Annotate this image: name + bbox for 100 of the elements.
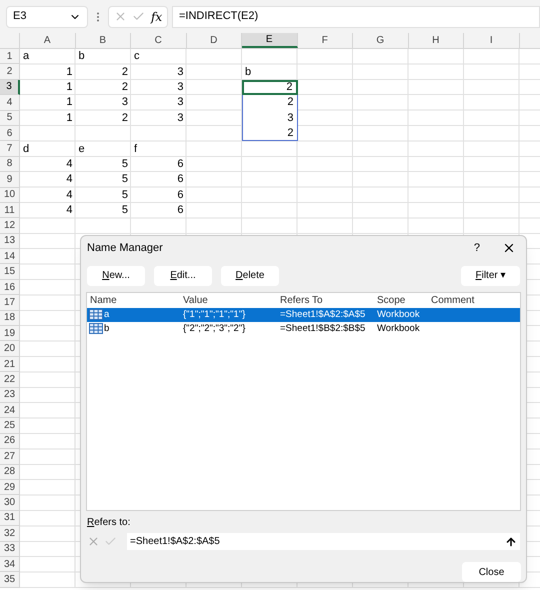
name-box[interactable]: E3 (6, 6, 88, 28)
column-header[interactable]: E (242, 33, 298, 48)
row-header[interactable]: 13 (0, 234, 20, 250)
row-header[interactable]: 10 (0, 188, 20, 203)
filter-button[interactable]: Filter ▾ (461, 266, 520, 286)
column-header[interactable]: I (464, 33, 520, 48)
formula-field[interactable]: =INDIRECT(E2) (172, 6, 540, 28)
cell[interactable]: 1 (20, 110, 76, 126)
row-header[interactable]: 33 (0, 542, 20, 557)
cell[interactable]: a (20, 49, 76, 64)
row-header[interactable]: 23 (0, 388, 20, 403)
cell[interactable]: 2 (242, 80, 298, 96)
cell[interactable]: 4 (20, 156, 76, 172)
cell[interactable]: 2 (242, 126, 298, 142)
cell[interactable]: 1 (20, 64, 76, 80)
list-column-header[interactable]: Scope (374, 292, 428, 308)
cell[interactable]: 3 (131, 80, 186, 96)
row-header[interactable]: 17 (0, 295, 20, 311)
name-list-row[interactable]: a {"1";"1";"1";"1"} =Sheet1!$A$2:$A$5 Workbook (87, 308, 520, 322)
row-header[interactable]: 11 (0, 202, 20, 218)
row-header[interactable]: 15 (0, 264, 20, 280)
cell[interactable]: 4 (20, 188, 76, 203)
cell[interactable]: 2 (76, 80, 131, 96)
refers-to-field[interactable]: =Sheet1!$A$2:$A$5 (127, 533, 520, 550)
name-text: b (104, 322, 110, 336)
row-header[interactable]: 31 (0, 510, 20, 526)
cell[interactable]: 2 (242, 95, 298, 111)
cell[interactable]: 5 (76, 188, 131, 203)
cell[interactable]: 6 (131, 172, 186, 188)
row-header[interactable]: 21 (0, 356, 20, 372)
row-header[interactable]: 22 (0, 372, 20, 388)
row-header[interactable]: 8 (0, 156, 20, 172)
row-header[interactable]: 20 (0, 341, 20, 357)
row-header[interactable]: 4 (0, 95, 20, 111)
cell[interactable]: 6 (131, 156, 186, 172)
insert-function-button[interactable]: fx (150, 8, 162, 26)
dialog-button[interactable]: New... (87, 266, 145, 286)
row-header[interactable]: 19 (0, 326, 20, 342)
row-header[interactable]: 6 (0, 126, 20, 142)
list-column-header[interactable]: Comment (428, 292, 520, 308)
column-header[interactable]: F (298, 33, 353, 48)
cell[interactable]: 4 (20, 172, 76, 188)
cell[interactable]: 3 (76, 95, 131, 111)
row-header[interactable]: 14 (0, 249, 20, 264)
row-header[interactable]: 24 (0, 402, 20, 418)
cell[interactable]: 6 (131, 188, 186, 203)
column-header[interactable]: B (76, 33, 131, 48)
cell[interactable]: e (76, 141, 131, 157)
row-header[interactable]: 7 (0, 141, 20, 157)
cancel-icon[interactable] (114, 10, 127, 23)
list-column-header[interactable]: Value (180, 292, 277, 308)
cell[interactable]: 3 (131, 64, 186, 80)
column-header[interactable]: C (131, 33, 186, 48)
cell[interactable]: 1 (20, 80, 76, 96)
row-header[interactable]: 26 (0, 434, 20, 450)
row-header[interactable]: 3 (0, 80, 20, 96)
row-header[interactable]: 2 (0, 64, 20, 80)
name-list-row[interactable]: b {"2";"2";"3";"2"} =Sheet1!$B$2:$B$5 Workbook (87, 322, 520, 336)
row-header[interactable]: 28 (0, 464, 20, 480)
row-header[interactable]: 27 (0, 449, 20, 465)
cell[interactable]: d (20, 141, 76, 157)
row-header[interactable]: 34 (0, 556, 20, 572)
row-header[interactable]: 29 (0, 480, 20, 496)
cell[interactable]: b (242, 64, 298, 80)
cell[interactable]: 5 (76, 202, 131, 218)
cell[interactable]: 3 (242, 110, 298, 126)
list-column-header[interactable]: Refers To (277, 292, 374, 308)
cell[interactable]: 3 (131, 110, 186, 126)
cell[interactable]: 3 (131, 95, 186, 111)
collapse-arrow-icon[interactable] (505, 536, 517, 548)
cell[interactable]: 5 (76, 172, 131, 188)
cell[interactable]: c (131, 49, 186, 64)
table-icon (89, 309, 103, 320)
help-button[interactable]: ? (474, 240, 480, 256)
cell[interactable]: 4 (20, 202, 76, 218)
cell[interactable]: 5 (76, 156, 131, 172)
list-column-header[interactable]: Name (87, 292, 180, 308)
row-header[interactable]: 5 (0, 110, 20, 126)
row-header[interactable]: 30 (0, 495, 20, 511)
close-button[interactable]: Close (462, 562, 521, 582)
cell[interactable]: 6 (131, 202, 186, 218)
dialog-button[interactable]: Delete (221, 266, 279, 286)
row-header[interactable]: 18 (0, 310, 20, 326)
cancel-icon[interactable] (87, 535, 100, 548)
column-header[interactable]: A (20, 33, 76, 48)
cell[interactable]: 2 (76, 64, 131, 80)
cell[interactable]: b (76, 49, 131, 64)
column-header[interactable]: G (353, 33, 408, 48)
row-header[interactable]: 25 (0, 418, 20, 434)
row-header[interactable]: 1 (0, 49, 20, 64)
cell[interactable]: 1 (20, 95, 76, 111)
row-header[interactable]: 9 (0, 172, 20, 188)
cell[interactable]: f (131, 141, 186, 157)
cell[interactable]: 2 (76, 110, 131, 126)
dialog-button[interactable]: Edit... (154, 266, 212, 286)
row-header[interactable]: 35 (0, 572, 20, 588)
row-header[interactable]: 16 (0, 280, 20, 296)
row-header[interactable]: 12 (0, 218, 20, 234)
row-header[interactable]: 32 (0, 526, 20, 542)
column-header[interactable]: H (408, 33, 464, 48)
